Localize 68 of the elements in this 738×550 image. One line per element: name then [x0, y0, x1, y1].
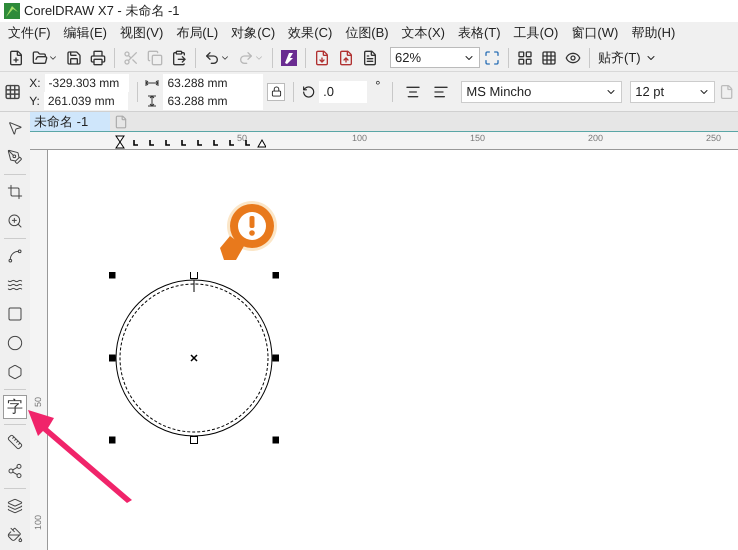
- lock-icon: [270, 86, 282, 97]
- font-size-dropdown[interactable]: 12 pt: [630, 80, 715, 102]
- crop-icon: [7, 184, 23, 200]
- export-icon: [338, 50, 354, 66]
- hexagon-icon: [7, 364, 23, 380]
- curve-icon: [7, 248, 23, 264]
- new-document-icon: [8, 50, 24, 66]
- pen-nib-icon: [7, 149, 23, 165]
- menu-item[interactable]: 对象(C): [231, 23, 276, 43]
- window-title: CorelDRAW X7 - 未命名 -1: [24, 2, 180, 20]
- x-label: X:: [29, 74, 41, 92]
- redo-icon: [238, 50, 254, 66]
- ruler-label: 100: [32, 515, 44, 530]
- paint-bucket-icon: [7, 527, 23, 543]
- ruler-label: 50: [32, 397, 44, 408]
- font-dropdown[interactable]: MS Mincho: [461, 80, 622, 102]
- rectangle-icon: [7, 306, 23, 322]
- cut-icon: [123, 50, 139, 66]
- menu-item[interactable]: 布局(L): [176, 23, 218, 43]
- menu-item[interactable]: 表格(T): [458, 23, 501, 43]
- text-tool[interactable]: 字: [3, 395, 27, 419]
- zoom-icon: [7, 213, 23, 229]
- fit-page-icon: [484, 50, 500, 66]
- page-icon: [114, 114, 128, 128]
- ruler-label: 200: [588, 132, 604, 145]
- wave-icon: [7, 277, 23, 293]
- menu-item[interactable]: 位图(B): [345, 23, 389, 43]
- menu-item[interactable]: 效果(C): [288, 23, 332, 43]
- app-launcher-icon: [281, 50, 297, 66]
- paste-icon: [171, 50, 187, 66]
- degree-symbol: °: [375, 77, 380, 95]
- menu-item[interactable]: 工具(O): [514, 23, 558, 43]
- menu-item[interactable]: 编辑(E): [64, 23, 107, 43]
- ruler-label: 150: [470, 132, 486, 145]
- open-folder-icon: [32, 50, 48, 66]
- width-arrows-icon: [145, 78, 160, 86]
- import-icon: [314, 50, 330, 66]
- save-icon: [66, 50, 82, 66]
- ruler-label: 100: [352, 132, 368, 145]
- copy-icon: [147, 50, 163, 66]
- print-icon: [90, 50, 106, 66]
- pointer-icon: [7, 120, 23, 136]
- lock-ratio-button[interactable]: [267, 82, 285, 100]
- menu-item[interactable]: 文本(X): [402, 23, 445, 43]
- snap-dropdown[interactable]: 贴齐(T): [594, 48, 661, 68]
- rotation-angle-field[interactable]: .0: [319, 80, 368, 102]
- grid-view-icon: [541, 50, 557, 66]
- rotate-icon: [302, 84, 316, 98]
- y-position-field[interactable]: 261.039 mm: [44, 92, 128, 110]
- document-icon: [718, 84, 734, 100]
- y-label: Y:: [29, 92, 40, 110]
- ellipse-icon: [7, 335, 23, 351]
- align-icon: [433, 84, 450, 100]
- height-field[interactable]: 63.288 mm: [163, 92, 264, 110]
- menu-item[interactable]: 文件(F): [8, 23, 51, 43]
- width-field[interactable]: 63.288 mm: [163, 74, 264, 92]
- ruler-icon: [7, 434, 23, 450]
- ruler-label: 250: [706, 132, 722, 145]
- zoom-dropdown[interactable]: 62%: [390, 47, 480, 68]
- connector-icon: [7, 463, 23, 479]
- document-tab[interactable]: 未命名 -1: [30, 112, 110, 131]
- menu-item[interactable]: 帮助(H): [631, 23, 676, 43]
- x-position-field[interactable]: -329.303 mm: [44, 74, 129, 92]
- undo-icon: [204, 50, 220, 66]
- app-logo-icon: [4, 3, 20, 19]
- ruler-label: 50: [237, 132, 248, 145]
- menu-item[interactable]: 窗口(W): [571, 23, 618, 43]
- menu-item[interactable]: 视图(V): [120, 23, 164, 43]
